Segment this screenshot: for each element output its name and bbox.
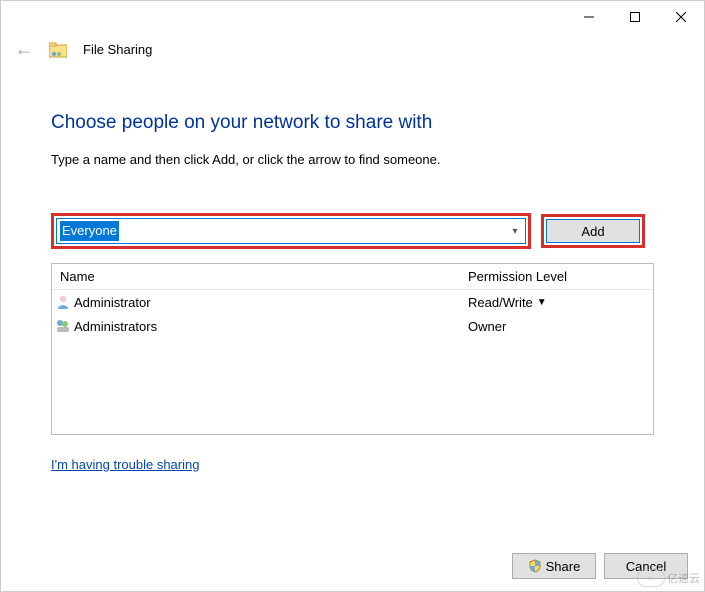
column-name[interactable]: Name bbox=[52, 269, 462, 284]
user-combobox-input[interactable] bbox=[57, 224, 505, 239]
share-button[interactable]: Share bbox=[512, 553, 596, 579]
add-user-row: Everyone ▾ Add bbox=[51, 213, 654, 249]
add-button[interactable]: Add bbox=[546, 219, 640, 243]
column-permission[interactable]: Permission Level bbox=[462, 269, 653, 284]
maximize-button[interactable] bbox=[612, 3, 658, 31]
row-name: Administrators bbox=[74, 319, 462, 334]
cancel-button[interactable]: Cancel bbox=[604, 553, 688, 579]
highlight-add: Add bbox=[541, 214, 645, 248]
combo-dropdown-arrow[interactable]: ▾ bbox=[505, 226, 525, 237]
row-name: Administrator bbox=[74, 295, 462, 310]
minimize-icon bbox=[584, 12, 594, 22]
list-header: Name Permission Level bbox=[52, 264, 653, 290]
maximize-icon bbox=[630, 12, 640, 22]
content-area: Choose people on your network to share w… bbox=[1, 112, 704, 472]
header: ← File Sharing bbox=[1, 33, 704, 76]
combo-selected-text: Everyone bbox=[60, 221, 119, 241]
chevron-down-icon: ▼ bbox=[537, 297, 547, 308]
footer-buttons: Share Cancel bbox=[512, 553, 688, 579]
page-heading: Choose people on your network to share w… bbox=[51, 112, 654, 134]
instruction-text: Type a name and then click Add, or click… bbox=[51, 152, 654, 167]
row-permission[interactable]: Read/Write ▼ bbox=[462, 295, 653, 310]
user-icon bbox=[52, 294, 74, 310]
file-sharing-icon bbox=[49, 42, 67, 58]
share-button-label: Share bbox=[546, 559, 581, 574]
table-row[interactable]: AdministratorRead/Write ▼ bbox=[52, 290, 653, 314]
row-permission: Owner bbox=[462, 319, 653, 334]
close-button[interactable] bbox=[658, 3, 704, 31]
group-icon bbox=[52, 318, 74, 334]
cancel-button-label: Cancel bbox=[626, 559, 666, 574]
trouble-sharing-link[interactable]: I'm having trouble sharing bbox=[51, 457, 199, 472]
minimize-button[interactable] bbox=[566, 3, 612, 31]
app-title: File Sharing bbox=[83, 42, 152, 57]
table-row[interactable]: AdministratorsOwner bbox=[52, 314, 653, 338]
titlebar bbox=[1, 1, 704, 33]
highlight-combo: Everyone ▾ bbox=[51, 213, 531, 249]
shield-icon bbox=[528, 559, 542, 573]
user-combobox[interactable]: Everyone ▾ bbox=[56, 218, 526, 244]
file-sharing-dialog: ← File Sharing Choose people on your net… bbox=[0, 0, 705, 592]
close-icon bbox=[676, 12, 686, 22]
share-list: Name Permission Level AdministratorRead/… bbox=[51, 263, 654, 435]
back-button[interactable]: ← bbox=[15, 39, 33, 60]
